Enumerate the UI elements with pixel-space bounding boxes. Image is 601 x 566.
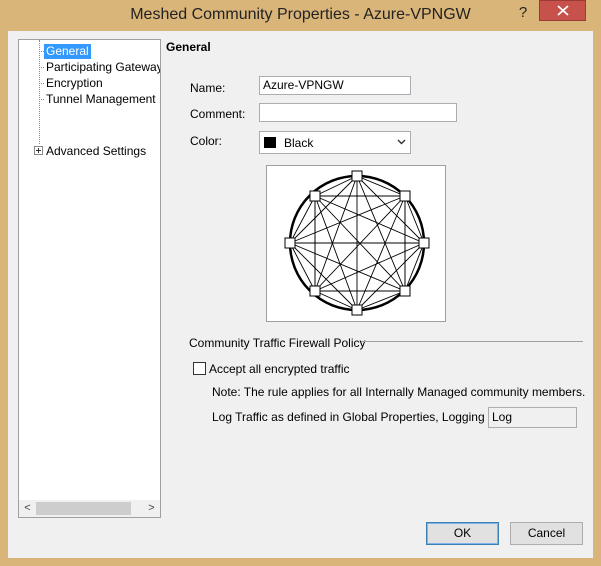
mesh-topology-icon [284,170,430,316]
scroll-left-arrow-icon[interactable]: < [19,500,36,517]
scrollbar-thumb[interactable] [36,502,131,515]
color-dropdown[interactable]: Black [259,131,411,154]
ok-button[interactable]: OK [426,522,499,545]
tree-item-general[interactable]: General [44,44,91,59]
name-input[interactable]: Azure-VPNGW [259,76,411,95]
window-title: Meshed Community Properties - Azure-VPNG… [130,6,471,23]
comment-input[interactable] [259,103,457,122]
tree-item-tunnel-management[interactable]: Tunnel Management [44,92,158,107]
log-traffic-label: Log Traffic as defined in Global Propert… [212,410,511,424]
tree-item-encryption[interactable]: Encryption [44,76,105,91]
title-bar[interactable]: Meshed Community Properties - Azure-VPNG… [0,0,601,31]
color-swatch [264,137,276,148]
chevron-down-icon [397,139,406,145]
color-label: Color: [190,134,223,148]
tree-item-participating-gateways[interactable]: Participating Gateways [44,60,160,75]
horizontal-scrollbar[interactable]: < > [19,500,160,517]
log-traffic-value: Log [488,407,577,428]
accept-encrypted-label[interactable]: Accept all encrypted traffic [209,362,350,376]
navigation-tree: General Participating Gateways Encryptio… [18,39,161,518]
color-selected-value: Black [284,136,314,150]
help-button[interactable]: ? [512,3,534,23]
cancel-button[interactable]: Cancel [510,522,583,545]
meshed-community-graphic [266,165,446,322]
name-label: Name: [190,81,226,95]
section-title: General [166,40,211,54]
accept-encrypted-checkbox[interactable] [193,362,206,375]
dialog-client-area: General Participating Gateways Encryptio… [8,31,593,558]
group-divider [361,341,583,342]
close-button[interactable] [539,0,586,21]
tree-item-advanced-settings[interactable]: Advanced Settings [44,144,148,159]
comment-label: Comment: [190,107,246,121]
policy-note: Note: The rule applies for all Internall… [212,385,586,399]
tree-connector [39,40,40,144]
expand-plus-icon[interactable] [34,146,43,155]
close-icon [557,5,569,16]
policy-group-label: Community Traffic Firewall Policy [189,336,366,350]
dialog-window: Meshed Community Properties - Azure-VPNG… [0,0,601,566]
scroll-right-arrow-icon[interactable]: > [143,500,160,517]
